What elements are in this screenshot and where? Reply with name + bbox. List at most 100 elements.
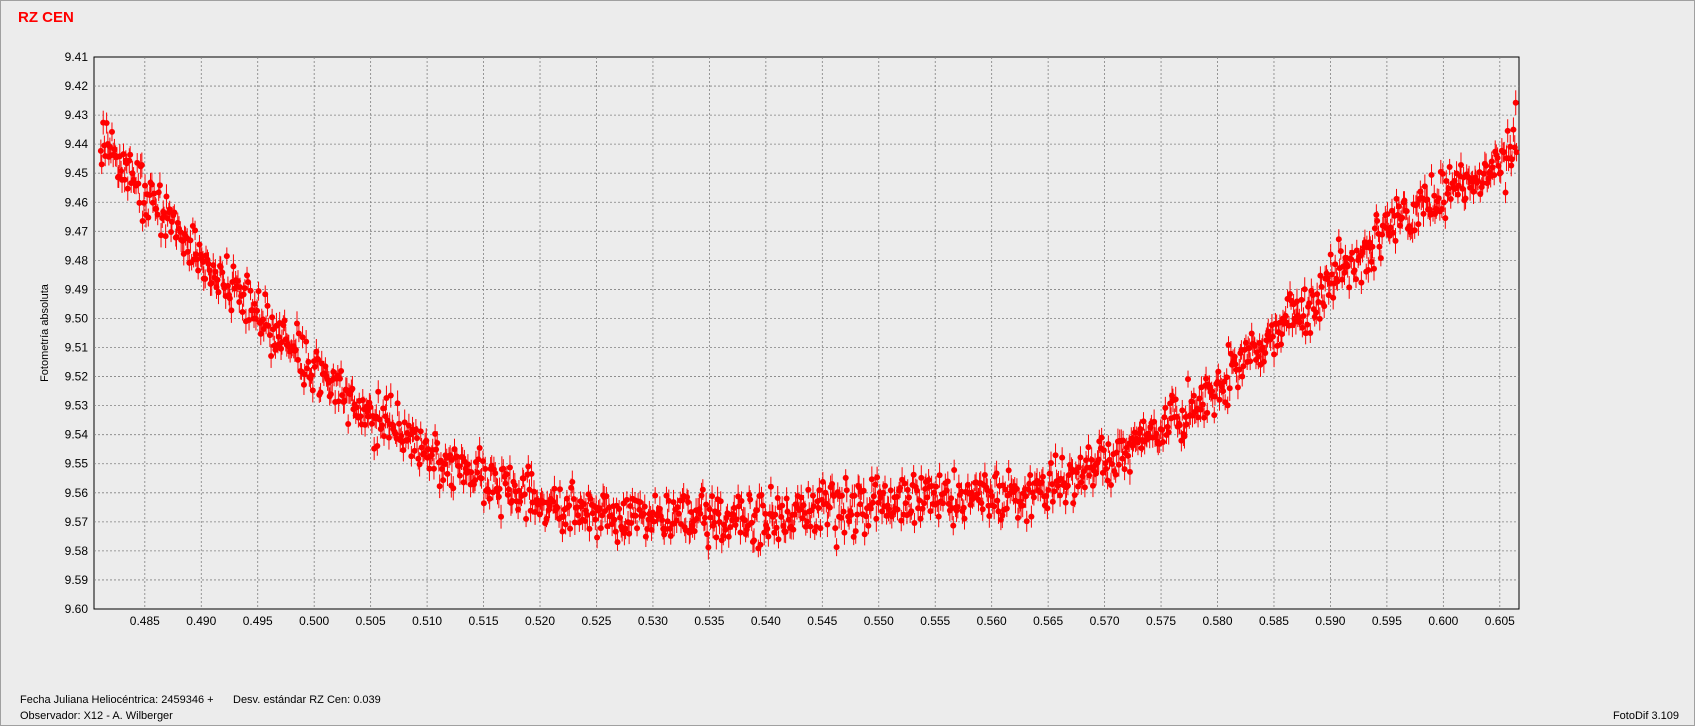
point-marker (523, 515, 530, 522)
point-marker (854, 511, 861, 518)
point-marker (223, 253, 230, 260)
point-marker (1045, 487, 1052, 494)
point-marker (951, 466, 958, 473)
point-marker (168, 229, 175, 236)
point-marker (1513, 149, 1520, 156)
point-marker (1071, 492, 1078, 499)
point-marker (1048, 460, 1055, 467)
point-marker (815, 505, 822, 512)
point-marker (1185, 376, 1192, 383)
point-marker (940, 500, 947, 507)
point-marker (616, 506, 623, 513)
point-marker (492, 470, 499, 477)
point-marker (1075, 464, 1082, 471)
light-curve-chart: 9.41 9.42 9.43 9.44 9.45 9.46 9.47 9.48 9.49 9.50… (39, 50, 1520, 628)
point-marker (873, 515, 880, 522)
point-marker (851, 492, 858, 499)
point-marker (860, 487, 867, 494)
x-tick-label: 0.570 (1090, 614, 1120, 628)
y-tick-label: 9.54 (65, 428, 89, 442)
point-marker (1052, 452, 1059, 459)
point-marker (1030, 494, 1037, 501)
point-marker (1160, 438, 1167, 445)
point-marker (1183, 421, 1190, 428)
point-marker (919, 505, 926, 512)
point-marker (281, 317, 288, 324)
point-marker (1271, 351, 1278, 358)
point-marker (327, 391, 334, 398)
point-marker (1411, 227, 1418, 234)
point-marker (241, 285, 248, 292)
point-marker (387, 392, 394, 399)
point-marker (1234, 384, 1241, 391)
point-marker (336, 375, 343, 382)
point-marker (738, 497, 745, 504)
point-marker (910, 471, 917, 478)
y-tick-label: 9.51 (65, 341, 89, 355)
point-marker (894, 506, 901, 513)
point-marker (751, 537, 758, 544)
x-tick-label: 0.485 (130, 614, 160, 628)
point-marker (303, 338, 310, 345)
point-marker (715, 510, 722, 517)
point-marker (476, 444, 483, 451)
y-tick-label: 9.55 (65, 457, 89, 471)
point-marker (215, 289, 222, 296)
point-marker (1247, 358, 1254, 365)
point-marker (1269, 333, 1276, 340)
point-marker (1447, 195, 1454, 202)
point-marker (1026, 480, 1033, 487)
point-marker (861, 531, 868, 538)
point-marker (1420, 210, 1427, 217)
point-marker (416, 461, 423, 468)
point-marker (713, 534, 720, 541)
point-marker (1444, 190, 1451, 197)
point-marker (955, 482, 962, 489)
point-marker (486, 495, 493, 502)
point-marker (349, 385, 356, 392)
x-tick-label: 0.605 (1485, 614, 1515, 628)
point-marker (833, 544, 840, 551)
x-tick-label: 0.555 (920, 614, 950, 628)
y-tick-label: 9.52 (65, 370, 89, 384)
point-marker (385, 434, 392, 441)
point-marker (1387, 224, 1394, 231)
point-marker (737, 529, 744, 536)
point-marker (338, 367, 345, 374)
point-marker (1392, 237, 1399, 244)
point-marker (1439, 170, 1446, 177)
point-marker (1304, 321, 1311, 328)
point-marker (1064, 482, 1071, 489)
point-marker (195, 267, 202, 274)
point-marker (456, 472, 463, 479)
point-marker (311, 363, 318, 370)
point-marker (153, 205, 160, 212)
point-marker (569, 478, 576, 485)
point-marker (994, 497, 1001, 504)
y-tick-label: 9.47 (65, 224, 89, 238)
point-marker (1223, 374, 1230, 381)
point-marker (925, 476, 932, 483)
point-marker (1321, 303, 1328, 310)
x-tick-label: 0.500 (299, 614, 329, 628)
point-marker (1220, 388, 1227, 395)
point-marker (1005, 467, 1012, 474)
x-tick-label: 0.515 (469, 614, 499, 628)
point-marker (1248, 330, 1255, 337)
point-marker (1070, 500, 1077, 507)
footer-std: Desv. estándar RZ Cen: 0.039 (233, 694, 381, 706)
point-marker (1509, 156, 1516, 163)
point-marker (758, 492, 765, 499)
point-marker (1353, 276, 1360, 283)
point-marker (1165, 429, 1172, 436)
y-tick-label: 9.50 (65, 311, 89, 325)
point-marker (305, 358, 312, 365)
point-marker (1103, 465, 1110, 472)
point-marker (1078, 479, 1085, 486)
point-marker (1377, 255, 1384, 262)
point-marker (709, 493, 716, 500)
point-marker (156, 182, 163, 189)
x-tick-label: 0.525 (581, 614, 611, 628)
point-marker (732, 522, 739, 529)
point-marker (1172, 396, 1179, 403)
